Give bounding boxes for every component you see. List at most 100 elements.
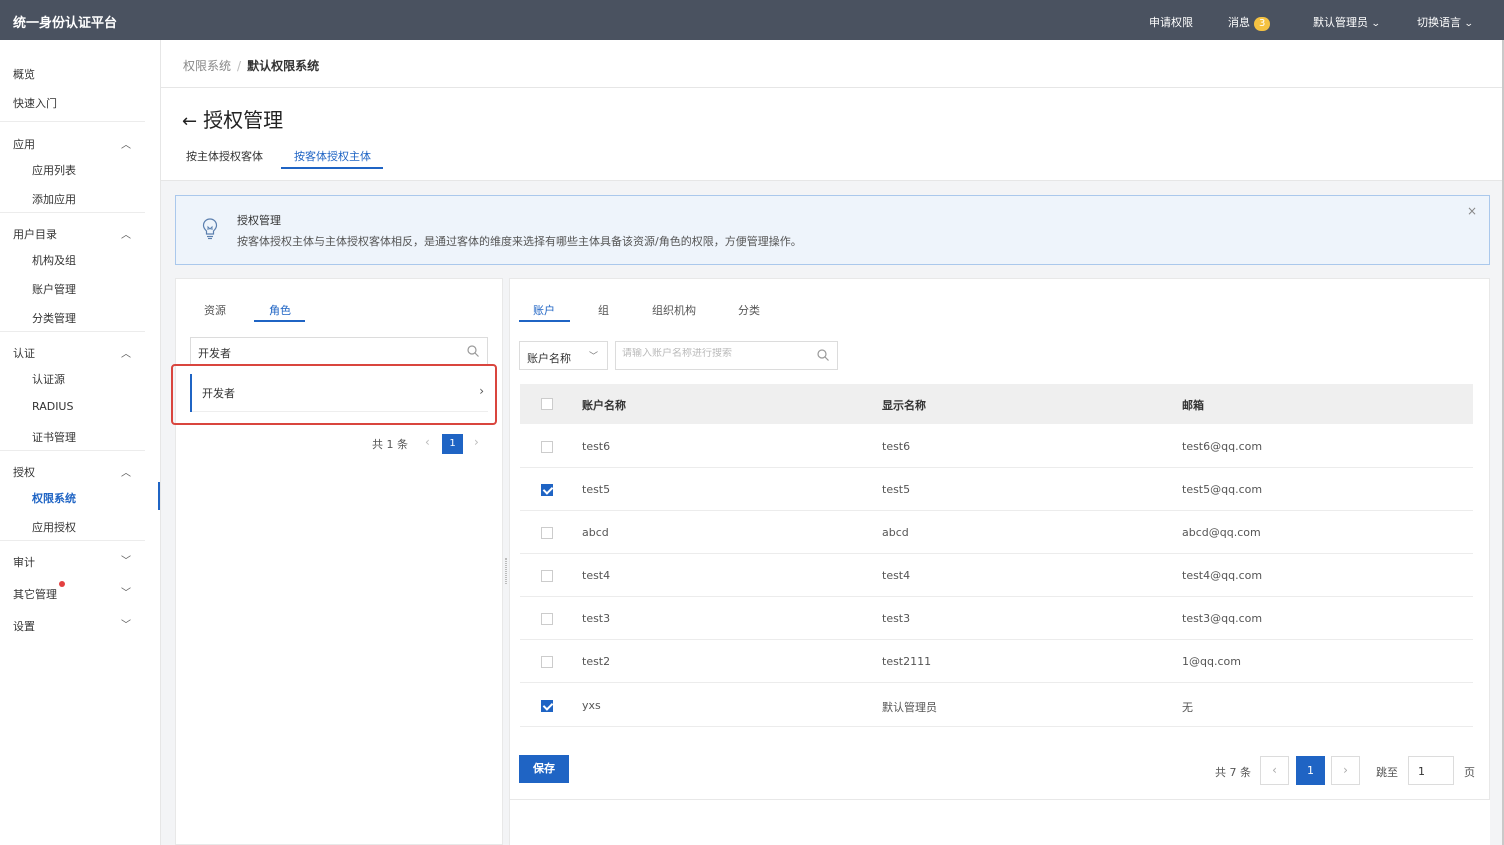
sidebar-item-categories[interactable]: 分类管理 <box>32 310 76 326</box>
breadcrumb-parent[interactable]: 权限系统 <box>183 59 231 73</box>
prev-page-button[interactable]: ‹ <box>1260 756 1289 785</box>
back-arrow-icon[interactable]: ← <box>182 111 197 132</box>
chevron-down-icon: ﹀ <box>588 352 598 362</box>
tab-active-underline <box>281 167 383 169</box>
sidebar-group-settings[interactable]: 设置 <box>13 618 35 634</box>
sidebar-item-certificates[interactable]: 证书管理 <box>32 429 76 445</box>
info-alert: 授权管理 按客体授权主体与主体授权客体相反，是通过客体的维度来选择有哪些主体具备… <box>175 195 1490 265</box>
jump-label: 跳至 <box>1376 766 1398 779</box>
sidebar-item-auth-sources[interactable]: 认证源 <box>32 371 65 387</box>
sidebar-item-overview[interactable]: 概览 <box>13 66 35 82</box>
row-checkbox[interactable] <box>541 700 553 712</box>
column-header-email: 邮箱 <box>1182 399 1204 412</box>
sidebar-group-other[interactable]: 其它管理 <box>13 586 57 602</box>
table-row[interactable]: abcd abcd abcd@qq.com <box>520 511 1473 554</box>
divider <box>161 180 1502 181</box>
sidebar-item-orgs[interactable]: 机构及组 <box>32 252 76 268</box>
drag-handle-icon[interactable] <box>505 558 507 584</box>
top-bar: 统一身份认证平台 申请权限 消息 3 默认管理员 ⌄ 切换语言 ⌄ <box>0 0 1504 40</box>
page-number-button[interactable]: 1 <box>1296 756 1325 785</box>
table-row[interactable]: test2 test2111 1@qq.com <box>520 640 1473 683</box>
breadcrumb: 权限系统 / 默认权限系统 <box>183 57 319 74</box>
sidebar-item-app-list[interactable]: 应用列表 <box>32 162 76 178</box>
chevron-up-icon[interactable]: ︿ <box>121 464 131 479</box>
tab-object-to-subject[interactable]: 按客体授权主体 <box>294 148 371 164</box>
cell-account: test5 <box>582 483 611 496</box>
apply-permission-link[interactable]: 申请权限 <box>1149 14 1193 30</box>
table-row[interactable]: test4 test4 test4@qq.com <box>520 554 1473 597</box>
next-page-button[interactable]: › <box>1331 756 1360 785</box>
user-name: 默认管理员 <box>1313 16 1368 29</box>
subject-panel-footer-space <box>509 800 1490 845</box>
total-count: 共 7 条 <box>1215 766 1251 779</box>
sidebar-item-accounts[interactable]: 账户管理 <box>32 281 76 297</box>
close-icon[interactable]: × <box>1467 204 1477 218</box>
sidebar-group-apps[interactable]: 应用 <box>13 136 35 152</box>
jump-page-input[interactable]: 1 <box>1408 756 1454 785</box>
filter-field-select[interactable]: 账户名称 ﹀ <box>519 341 608 370</box>
sidebar <box>0 40 161 845</box>
messages-label: 消息 <box>1228 16 1250 29</box>
page-number-button[interactable]: 1 <box>442 434 463 454</box>
table-row[interactable]: test3 test3 test3@qq.com <box>520 597 1473 640</box>
chevron-up-icon[interactable]: ︿ <box>121 136 131 151</box>
sidebar-divider <box>0 450 145 451</box>
tab-resources[interactable]: 资源 <box>204 302 226 318</box>
cell-email: test3@qq.com <box>1182 612 1263 625</box>
chevron-down-icon[interactable]: ﹀ <box>121 616 131 631</box>
table-row[interactable]: test5 test5 test5@qq.com <box>520 468 1473 511</box>
page-title-text: 授权管理 <box>203 108 284 132</box>
sidebar-divider <box>0 121 145 122</box>
notification-dot <box>59 581 65 587</box>
cell-email: test4@qq.com <box>1182 569 1263 582</box>
breadcrumb-separator: / <box>237 59 242 73</box>
alert-title: 授权管理 <box>237 214 281 227</box>
search-icon[interactable] <box>817 349 829 361</box>
search-icon[interactable] <box>467 345 479 357</box>
table-row[interactable]: test6 test6 test6@qq.com <box>520 425 1473 468</box>
next-page-button[interactable]: › <box>474 435 479 449</box>
row-checkbox[interactable] <box>541 441 553 453</box>
sidebar-group-audit[interactable]: 审计 <box>13 554 35 570</box>
tab-accounts[interactable]: 账户 <box>533 302 555 318</box>
cell-display-name: test4 <box>882 569 911 582</box>
sidebar-group-directory[interactable]: 用户目录 <box>13 226 57 242</box>
tab-active-underline <box>519 320 570 322</box>
tab-roles[interactable]: 角色 <box>269 302 291 318</box>
chevron-down-icon[interactable]: ﹀ <box>121 552 131 567</box>
tab-subject-to-object[interactable]: 按主体授权客体 <box>186 148 263 164</box>
tab-organizations[interactable]: 组织机构 <box>652 302 696 318</box>
chevron-down-icon[interactable]: ﹀ <box>121 584 131 599</box>
chevron-up-icon[interactable]: ︿ <box>121 226 131 241</box>
sidebar-item-add-app[interactable]: 添加应用 <box>32 191 76 207</box>
tab-categories[interactable]: 分类 <box>738 302 760 318</box>
tab-groups[interactable]: 组 <box>598 302 609 318</box>
chevron-down-icon: ⌄ <box>1370 19 1381 29</box>
role-search-input[interactable]: 开发者 <box>190 337 488 365</box>
sidebar-item-app-authorization[interactable]: 应用授权 <box>32 519 76 535</box>
table-row[interactable]: yxs 默认管理员 无 <box>520 684 1473 727</box>
chevron-up-icon[interactable]: ︿ <box>121 345 131 360</box>
row-checkbox[interactable] <box>541 613 553 625</box>
sidebar-active-indicator <box>158 482 160 510</box>
sidebar-group-auth[interactable]: 认证 <box>13 345 35 361</box>
sidebar-divider <box>0 212 145 213</box>
sidebar-item-radius[interactable]: RADIUS <box>32 400 73 413</box>
cell-display-name: abcd <box>882 526 909 539</box>
row-checkbox[interactable] <box>541 527 553 539</box>
prev-page-button[interactable]: ‹ <box>425 435 430 449</box>
brand-title: 统一身份认证平台 <box>13 16 118 31</box>
row-checkbox[interactable] <box>541 656 553 668</box>
user-menu[interactable]: 默认管理员 ⌄ <box>1313 14 1381 30</box>
sidebar-group-authorization[interactable]: 授权 <box>13 464 35 480</box>
messages-link[interactable]: 消息 3 <box>1228 14 1271 31</box>
save-button[interactable]: 保存 <box>519 755 569 783</box>
sidebar-item-quickstart[interactable]: 快速入门 <box>13 95 57 111</box>
row-checkbox[interactable] <box>541 570 553 582</box>
account-search-input[interactable] <box>622 348 802 359</box>
sidebar-item-permission-system[interactable]: 权限系统 <box>32 490 76 506</box>
row-checkbox[interactable] <box>541 484 553 496</box>
select-all-checkbox[interactable] <box>541 398 553 410</box>
account-search-field[interactable] <box>615 341 838 370</box>
language-menu[interactable]: 切换语言 ⌄ <box>1417 14 1474 30</box>
